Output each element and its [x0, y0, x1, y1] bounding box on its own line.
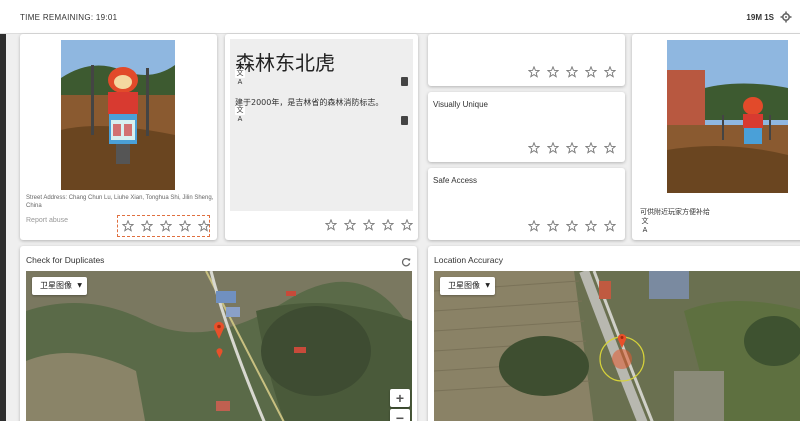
star-icon[interactable]	[179, 220, 191, 232]
star-icon[interactable]	[528, 220, 540, 232]
map-type-select[interactable]: 卫星图像 ▼	[32, 277, 87, 295]
photo-card: Street Address: Chang Chun Lu, Liuhe Xia…	[20, 34, 217, 240]
location-accuracy-title: Location Accuracy	[434, 255, 503, 265]
star-icon[interactable]	[566, 142, 578, 154]
star-icon[interactable]	[160, 220, 172, 232]
star-icon[interactable]	[198, 220, 210, 232]
star-icon[interactable]	[382, 219, 394, 231]
safe-access-card: Safe Access	[428, 168, 625, 240]
overall-rating	[117, 215, 210, 237]
star-rating	[122, 220, 210, 232]
submission-description: 建于2000年，是吉林省的森林消防标志。	[235, 98, 384, 107]
star-rating	[528, 142, 616, 154]
star-icon[interactable]	[141, 220, 153, 232]
time-remaining-label: TIME REMAINING: 19:01	[20, 13, 118, 22]
title-description-card: 森林东北虎 文A 建于2000年，是吉林省的森林消防标志。 文A	[225, 34, 418, 240]
submission-title: 森林东北虎	[235, 51, 335, 75]
visually-unique-label: Visually Unique	[433, 100, 488, 109]
criteria-card-top	[428, 34, 625, 86]
translate-icon[interactable]: 文A	[235, 106, 245, 123]
chevron-down-icon: ▼	[485, 282, 490, 289]
timer-countdown: 19M 1S	[746, 13, 774, 22]
safe-access-rating	[528, 220, 616, 232]
safe-access-label: Safe Access	[433, 176, 478, 185]
map-pin-icon[interactable]	[617, 333, 627, 348]
star-icon[interactable]	[604, 220, 616, 232]
map-type-label: 卫星图像	[40, 281, 72, 290]
report-abuse-link[interactable]: Report abuse	[26, 217, 68, 224]
star-icon[interactable]	[401, 219, 413, 231]
star-icon[interactable]	[547, 66, 559, 78]
title-rating	[325, 219, 413, 231]
translate-icon[interactable]: 文A	[640, 217, 650, 234]
star-icon[interactable]	[325, 219, 337, 231]
text-panel: 森林东北虎 文A 建于2000年，是吉林省的森林消防标志。 文A	[230, 39, 413, 211]
star-rating	[528, 66, 616, 78]
star-icon[interactable]	[528, 66, 540, 78]
zoom-in-button[interactable]: +	[390, 389, 410, 407]
submission-photo[interactable]	[61, 40, 175, 190]
star-icon[interactable]	[547, 142, 559, 154]
supporting-photo[interactable]	[667, 40, 788, 193]
check-duplicates-title: Check for Duplicates	[26, 255, 105, 265]
translate-icon[interactable]: 文A	[235, 69, 245, 86]
location-accuracy-card: Location Accuracy 卫星图像 ▼	[428, 246, 800, 421]
nearby-marker-icon[interactable]	[216, 345, 223, 358]
star-icon[interactable]	[528, 142, 540, 154]
zoom-out-button[interactable]: −	[390, 409, 410, 421]
criteria-rating	[528, 66, 616, 78]
star-icon[interactable]	[604, 142, 616, 154]
star-icon[interactable]	[344, 219, 356, 231]
star-rating	[325, 219, 413, 231]
star-icon[interactable]	[566, 220, 578, 232]
map-type-label: 卫星图像	[448, 281, 480, 290]
duplicates-map[interactable]: 卫星图像 ▼ + −	[26, 271, 412, 421]
star-icon[interactable]	[604, 66, 616, 78]
supporting-caption: 可供附近玩家方便补给	[640, 208, 710, 216]
map-type-select[interactable]: 卫星图像 ▼	[440, 277, 495, 295]
star-icon[interactable]	[122, 220, 134, 232]
refresh-icon[interactable]	[401, 254, 411, 267]
map-pin-icon[interactable]	[213, 321, 225, 339]
star-rating	[528, 220, 616, 232]
star-icon[interactable]	[547, 220, 559, 232]
check-duplicates-card: Check for Duplicates 卫星图像 ▼ + −	[20, 246, 417, 421]
left-edge-strip	[0, 34, 6, 421]
visually-unique-card: Visually Unique	[428, 92, 625, 162]
star-icon[interactable]	[585, 66, 597, 78]
star-icon[interactable]	[363, 219, 375, 231]
gear-icon[interactable]	[780, 10, 792, 23]
copy-icon[interactable]	[401, 116, 408, 125]
star-icon[interactable]	[585, 220, 597, 232]
star-icon[interactable]	[566, 66, 578, 78]
location-map[interactable]: 卫星图像 ▼	[434, 271, 800, 421]
top-bar: TIME REMAINING: 19:01 19M 1S	[0, 0, 800, 34]
star-icon[interactable]	[585, 142, 597, 154]
street-address: Street Address: Chang Chun Lu, Liuhe Xia…	[26, 195, 214, 209]
supporting-photo-card: 可供附近玩家方便补给 文A	[632, 34, 800, 240]
visually-unique-rating	[528, 142, 616, 154]
chevron-down-icon: ▼	[77, 282, 82, 289]
copy-icon[interactable]	[401, 77, 408, 86]
